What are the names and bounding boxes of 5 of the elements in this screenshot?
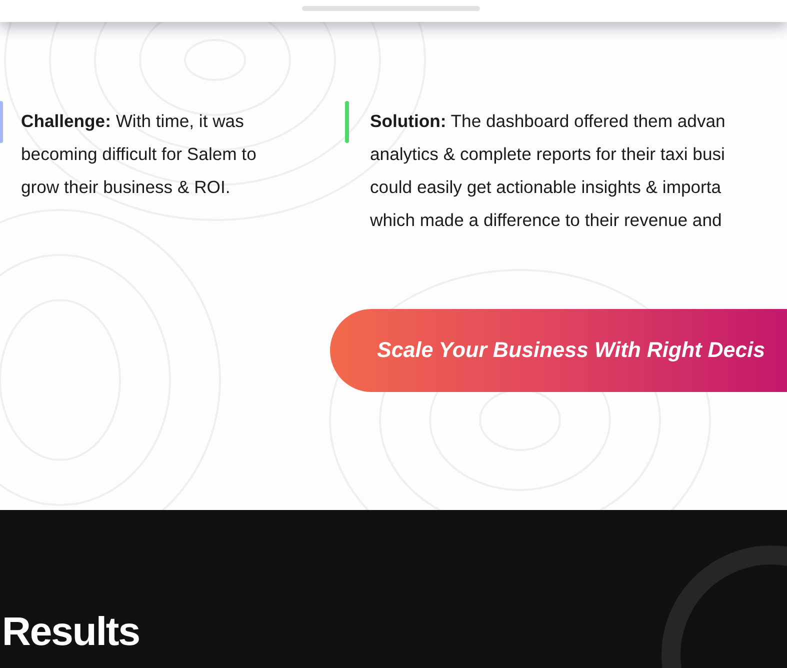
drag-handle[interactable] [302, 6, 480, 11]
results-heading: Results [2, 610, 140, 655]
challenge-text: Challenge: With time, it was becoming difficult for Salem to grow their business & ROI. [21, 110, 256, 199]
solution-text: Solution: The dashboard offered them advan analytics & complete reports for their taxi busi could easily get actionable insights & importa which made a difference to their revenue and [370, 110, 726, 232]
cta-button[interactable]: Scale Your Business With Right Decis [330, 309, 787, 392]
